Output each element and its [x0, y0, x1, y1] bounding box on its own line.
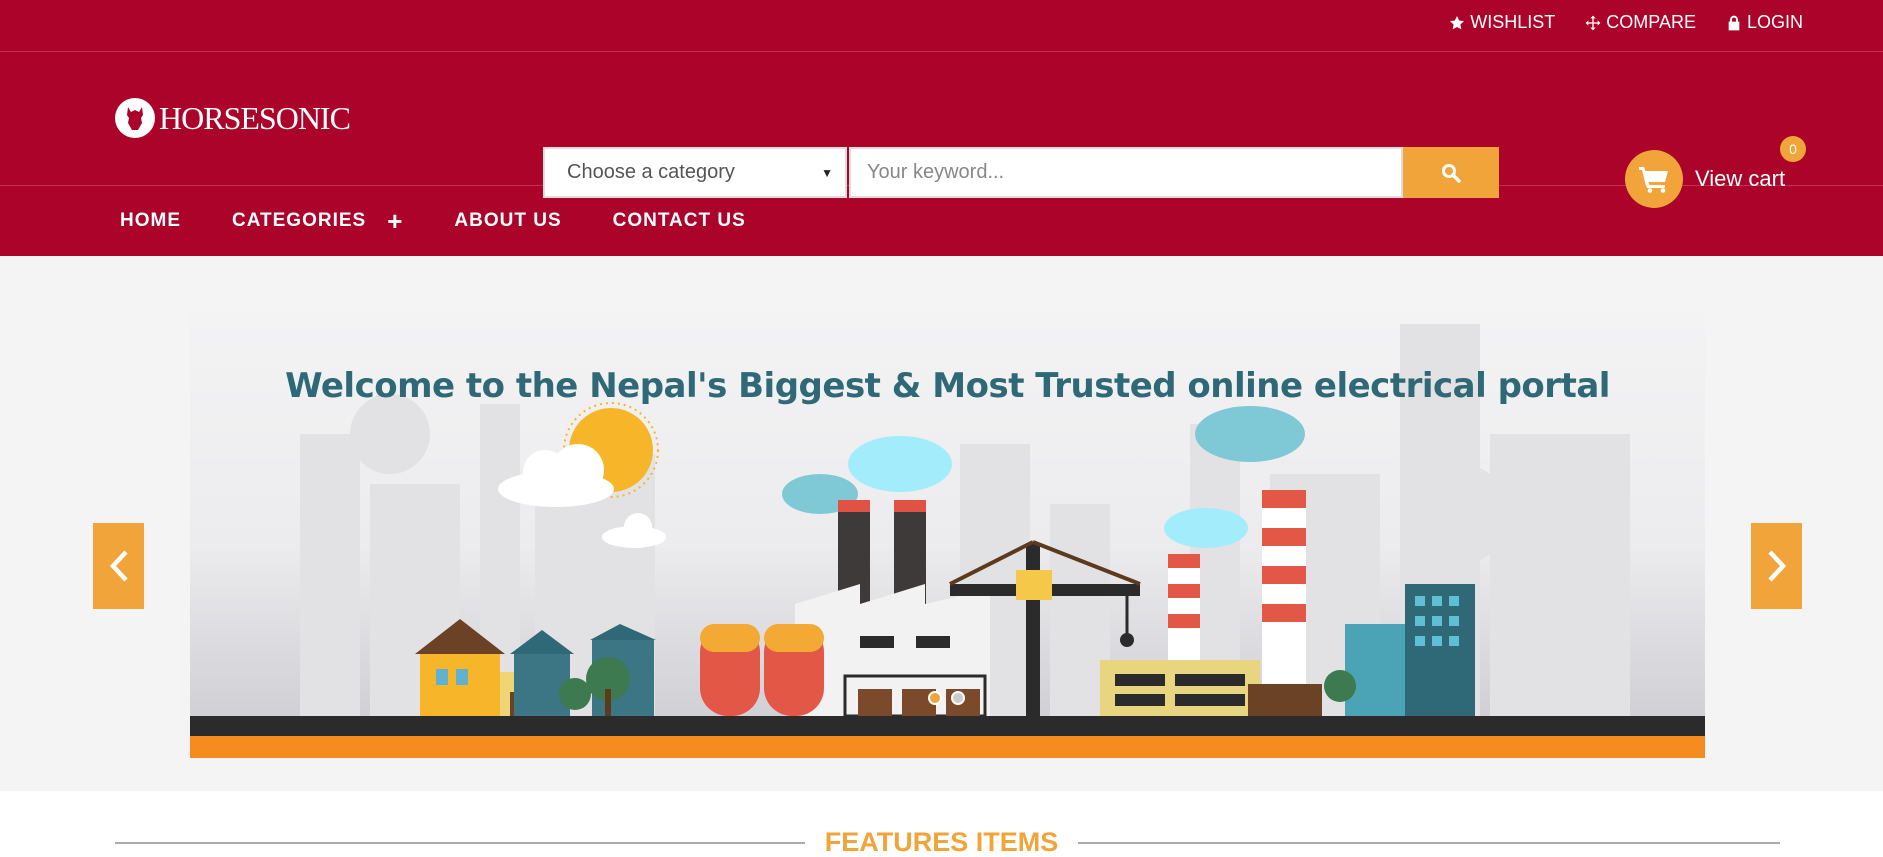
wishlist-label: WISHLIST: [1470, 12, 1556, 32]
category-select-value: Choose a category: [567, 161, 735, 183]
cart-count-badge: 0: [1780, 136, 1806, 162]
account-links: WISHLIST COMPARE LOGIN: [1449, 12, 1803, 33]
slider-dots: [928, 691, 965, 705]
hero-headline: Welcome to the Nepal's Biggest & Most Tr…: [285, 366, 1610, 406]
nav-item-label: HOME: [120, 210, 181, 231]
view-cart-button[interactable]: View cart 0: [1625, 136, 1806, 208]
site-logo[interactable]: HORSESONIC: [115, 98, 351, 138]
slider-prev-button[interactable]: [93, 523, 144, 609]
hero-slider: Welcome to the Nepal's Biggest & Most Tr…: [0, 256, 1883, 791]
login-link[interactable]: LOGIN: [1726, 12, 1803, 33]
site-header: HORSESONIC Choose a category ▼ View cart…: [0, 52, 1883, 208]
search-icon: [1442, 163, 1461, 183]
features-heading: FEATURES ITEMS: [0, 827, 1883, 857]
logo-text: HORSESONIC: [159, 99, 351, 136]
compare-link[interactable]: COMPARE: [1585, 12, 1696, 33]
slider-dot-1[interactable]: [928, 691, 942, 705]
nav-item-about-us[interactable]: ABOUT US: [454, 210, 561, 232]
keyword-input[interactable]: [849, 147, 1403, 198]
chevron-left-icon: [109, 550, 128, 582]
cart-icon: [1625, 150, 1683, 208]
compare-icon: [1585, 15, 1601, 30]
chevron-right-icon: [1767, 550, 1786, 582]
plus-icon[interactable]: +: [387, 208, 403, 234]
nav-item-label: ABOUT US: [454, 210, 562, 231]
slider-next-button[interactable]: [1751, 523, 1802, 609]
horse-logo-icon: [115, 98, 155, 138]
features-title: FEATURES ITEMS: [804, 827, 1079, 857]
hero-slide: Welcome to the Nepal's Biggest & Most Tr…: [190, 284, 1705, 758]
features-section: FEATURES ITEMS: [0, 791, 1883, 857]
nav-item-contact-us[interactable]: CONTACT US: [613, 210, 746, 232]
nav-item-label: CONTACT US: [612, 210, 746, 231]
top-bar: WISHLIST COMPARE LOGIN: [0, 0, 1883, 52]
login-label: LOGIN: [1746, 12, 1803, 32]
compare-label: COMPARE: [1606, 12, 1696, 32]
search-button[interactable]: [1403, 147, 1499, 198]
cart-label: View cart: [1695, 166, 1786, 191]
nav-item-label: CATEGORIES: [232, 210, 367, 231]
wishlist-link[interactable]: WISHLIST: [1449, 12, 1555, 33]
nav-item-categories[interactable]: CATEGORIES +: [232, 208, 403, 234]
nav-item-home[interactable]: HOME: [120, 210, 181, 232]
chevron-down-icon: ▼: [821, 165, 833, 180]
search-bar: Choose a category ▼: [543, 147, 1499, 198]
star-icon: [1450, 15, 1465, 29]
slider-dot-2[interactable]: [951, 691, 965, 705]
lock-icon: [1728, 15, 1740, 30]
industrial-city-illustration: [190, 284, 1705, 758]
category-select[interactable]: Choose a category ▼: [543, 147, 847, 198]
